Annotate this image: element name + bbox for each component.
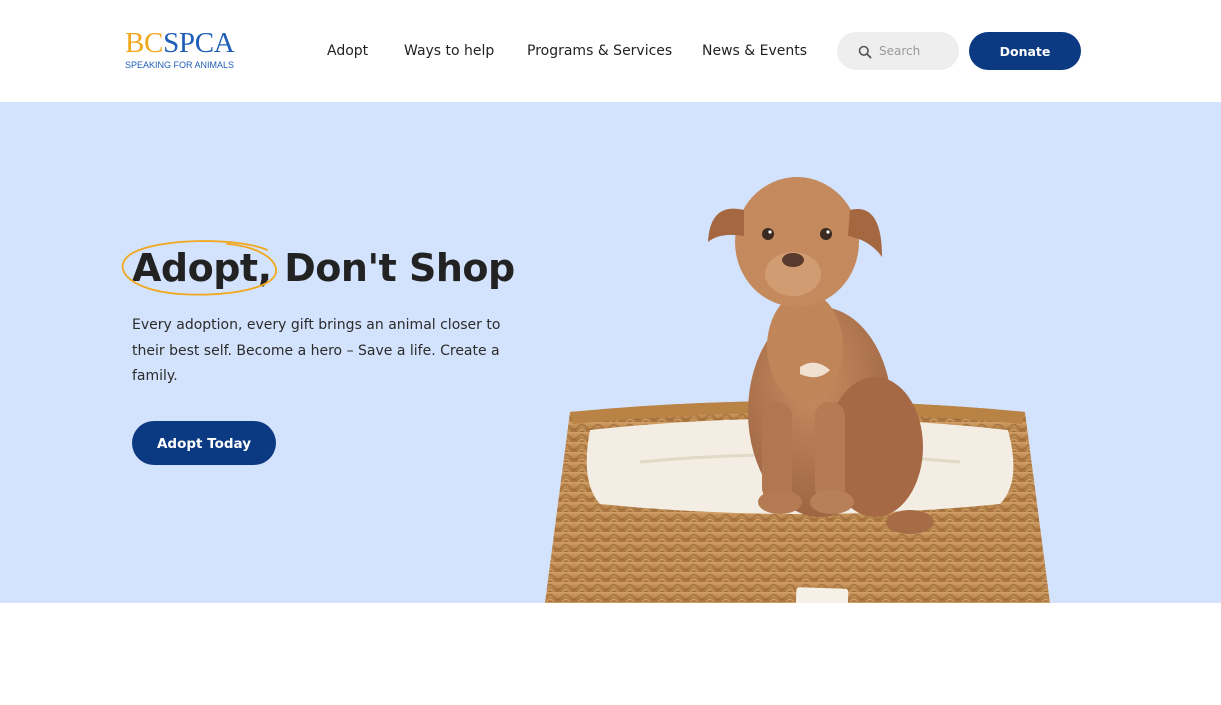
hero-title: Adopt, Don't Shop <box>132 242 515 294</box>
puppy-image <box>545 177 1050 603</box>
hero-title-rest: Don't Shop <box>271 246 515 290</box>
hero-section: Adopt, Don't Shop Every adoption, every … <box>0 102 1221 603</box>
donate-button[interactable]: Donate <box>969 32 1081 70</box>
search-icon[interactable] <box>858 44 872 59</box>
nav-item-ways-to-help[interactable]: Ways to help <box>404 40 494 62</box>
main-nav: Adopt Ways to help Programs & Services N… <box>0 40 830 62</box>
nav-item-adopt[interactable]: Adopt <box>327 40 368 62</box>
hero-description: Every adoption, every gift brings an ani… <box>132 317 501 384</box>
search-box[interactable] <box>837 32 959 70</box>
adopt-today-button[interactable]: Adopt Today <box>132 421 276 465</box>
below-hero-area <box>0 603 1221 705</box>
nav-item-programs-services[interactable]: Programs & Services <box>527 40 672 62</box>
nav-item-news-events[interactable]: News & Events <box>702 40 807 62</box>
hero-title-circled-word: Adopt, <box>132 246 272 290</box>
site-header: BCSPCA SPEAKING FOR ANIMALS Adopt Ways t… <box>0 0 1221 102</box>
search-input[interactable] <box>879 41 951 61</box>
